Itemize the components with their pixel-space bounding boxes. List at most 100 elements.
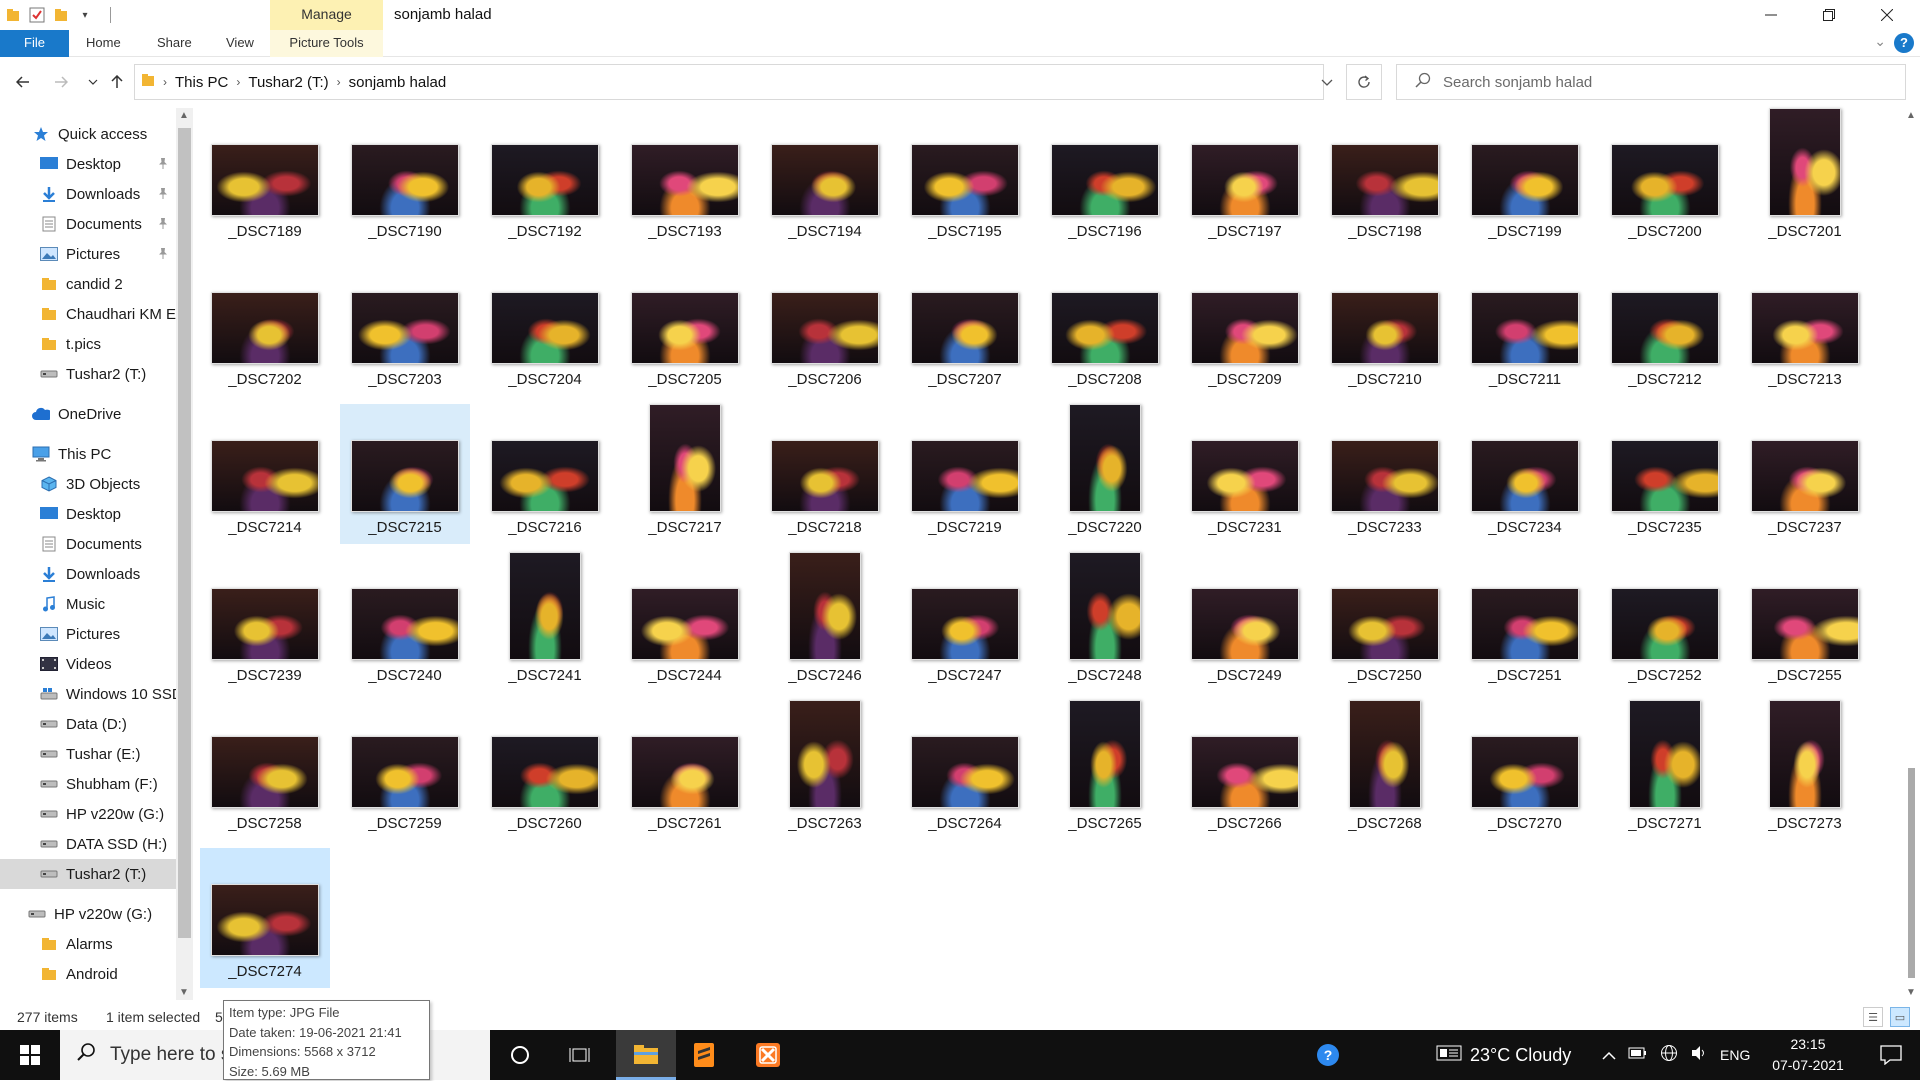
nav-item[interactable]: Documents — [0, 529, 176, 559]
clock[interactable]: 23:15 07-07-2021 — [1760, 1034, 1856, 1076]
details-view-button[interactable]: ☰ — [1863, 1007, 1883, 1027]
content-scrollbar[interactable]: ▲ ▼ — [1903, 108, 1920, 1000]
file-tile[interactable]: _DSC7209 — [1180, 256, 1310, 396]
properties-icon[interactable] — [28, 6, 46, 24]
chevron-right-icon[interactable]: › — [236, 75, 240, 89]
scroll-up-icon[interactable]: ▲ — [1906, 110, 1916, 121]
volume-icon[interactable] — [1690, 1045, 1708, 1065]
help-icon[interactable]: ? — [1894, 33, 1914, 53]
language-indicator[interactable]: ENG — [1720, 1047, 1750, 1063]
file-tile[interactable]: _DSC7216 — [480, 404, 610, 544]
nav-item[interactable]: Shubham (F:) — [0, 769, 176, 799]
nav-item[interactable]: Downloads — [0, 179, 176, 209]
chevron-down-icon[interactable]: ⌄ — [1874, 33, 1886, 50]
start-button[interactable] — [0, 1030, 60, 1080]
file-tile[interactable]: _DSC7263 — [760, 700, 890, 840]
file-tile[interactable]: _DSC7247 — [900, 552, 1030, 692]
file-tile[interactable]: _DSC7214 — [200, 404, 330, 544]
nav-item[interactable]: Chaudhari KM Er — [0, 299, 176, 329]
file-tile[interactable]: _DSC7215 — [340, 404, 470, 544]
file-tile[interactable]: _DSC7213 — [1740, 256, 1870, 396]
breadcrumb-folder[interactable]: sonjamb halad — [349, 74, 447, 91]
nav-item[interactable]: Videos — [0, 649, 176, 679]
nav-item[interactable]: Windows 10 SSD — [0, 679, 176, 709]
file-tile[interactable]: _DSC7246 — [760, 552, 890, 692]
address-bar[interactable]: › This PC › Tushar2 (T:) › sonjamb halad — [134, 64, 1324, 100]
file-tile[interactable]: _DSC7190 — [340, 108, 470, 248]
nav-item[interactable]: HP v220w (G:) — [0, 799, 176, 829]
nav-item[interactable]: 3D Objects — [0, 469, 176, 499]
file-tile[interactable]: _DSC7204 — [480, 256, 610, 396]
recent-locations-button[interactable] — [82, 71, 104, 93]
nav-item[interactable]: Tushar (E:) — [0, 739, 176, 769]
nav-item[interactable]: Tushar2 (T:) — [0, 859, 176, 889]
file-tile[interactable]: _DSC7218 — [760, 404, 890, 544]
sublime-text-icon[interactable] — [676, 1030, 732, 1080]
nav-item[interactable]: Android — [0, 959, 176, 989]
nav-item[interactable]: Pictures — [0, 239, 176, 269]
nav-item[interactable]: candid 2 — [0, 269, 176, 299]
tab-file[interactable]: File — [0, 30, 69, 57]
address-dropdown-button[interactable] — [1312, 64, 1342, 100]
file-tile[interactable]: _DSC7273 — [1740, 700, 1870, 840]
file-tile[interactable]: _DSC7259 — [340, 700, 470, 840]
nav-item[interactable]: HP v220w (G:) — [0, 899, 176, 929]
nav-item[interactable]: OneDrive — [0, 399, 176, 429]
close-button[interactable] — [1858, 0, 1916, 30]
file-tile[interactable]: _DSC7265 — [1040, 700, 1170, 840]
manage-tab[interactable]: Manage — [270, 0, 383, 30]
scroll-down-icon[interactable]: ▼ — [1906, 987, 1916, 998]
file-tile[interactable]: _DSC7206 — [760, 256, 890, 396]
file-tile[interactable]: _DSC7261 — [620, 700, 750, 840]
file-tile[interactable]: _DSC7220 — [1040, 404, 1170, 544]
nav-item[interactable]: DATA SSD (H:) — [0, 829, 176, 859]
scroll-up-icon[interactable]: ▲ — [179, 110, 189, 121]
nav-item[interactable]: t.pics — [0, 329, 176, 359]
file-tile[interactable]: _DSC7193 — [620, 108, 750, 248]
back-button[interactable] — [12, 71, 34, 93]
file-tile[interactable]: _DSC7248 — [1040, 552, 1170, 692]
content-scroll-thumb[interactable] — [1908, 768, 1915, 978]
file-tile[interactable]: _DSC7219 — [900, 404, 1030, 544]
customize-toolbar-icon[interactable]: ▾ — [76, 6, 94, 24]
chevron-right-icon[interactable]: › — [337, 75, 341, 89]
file-tile[interactable]: _DSC7264 — [900, 700, 1030, 840]
nav-item[interactable]: Data (D:) — [0, 709, 176, 739]
minimize-button[interactable] — [1742, 0, 1800, 30]
file-tile[interactable]: _DSC7192 — [480, 108, 610, 248]
nav-item[interactable]: Alarms — [0, 929, 176, 959]
file-tile[interactable]: _DSC7203 — [340, 256, 470, 396]
network-globe-icon[interactable] — [1660, 1044, 1678, 1066]
file-tile[interactable]: _DSC7234 — [1460, 404, 1590, 544]
nav-item[interactable]: This PC — [0, 439, 176, 469]
up-button[interactable] — [106, 71, 128, 93]
file-tile[interactable]: _DSC7268 — [1320, 700, 1450, 840]
search-box[interactable]: Search sonjamb halad — [1396, 64, 1906, 100]
breadcrumb-this-pc[interactable]: This PC — [175, 74, 228, 91]
nav-item[interactable]: Desktop — [0, 499, 176, 529]
file-tile[interactable]: _DSC7252 — [1600, 552, 1730, 692]
breadcrumb-drive[interactable]: Tushar2 (T:) — [248, 74, 328, 91]
file-tile[interactable]: _DSC7195 — [900, 108, 1030, 248]
file-tile[interactable]: _DSC7201 — [1740, 108, 1870, 248]
nav-item[interactable]: Pictures — [0, 619, 176, 649]
file-tile[interactable]: _DSC7217 — [620, 404, 750, 544]
refresh-button[interactable] — [1346, 64, 1382, 100]
file-tile[interactable]: _DSC7274 — [200, 848, 330, 988]
file-tile[interactable]: _DSC7271 — [1600, 700, 1730, 840]
nav-item[interactable]: Desktop — [0, 149, 176, 179]
file-tile[interactable]: _DSC7239 — [200, 552, 330, 692]
file-tile[interactable]: _DSC7249 — [1180, 552, 1310, 692]
file-tile[interactable]: _DSC7251 — [1460, 552, 1590, 692]
notification-center-icon[interactable] — [1862, 1030, 1920, 1080]
file-tile[interactable]: _DSC7198 — [1320, 108, 1450, 248]
file-tile[interactable]: _DSC7255 — [1740, 552, 1870, 692]
battery-icon[interactable] — [1628, 1046, 1648, 1064]
nav-item[interactable]: Music — [0, 589, 176, 619]
file-tile[interactable]: _DSC7194 — [760, 108, 890, 248]
task-view-icon[interactable] — [552, 1030, 608, 1080]
file-tile[interactable]: _DSC7241 — [480, 552, 610, 692]
nav-item[interactable]: Documents — [0, 209, 176, 239]
file-tile[interactable]: _DSC7197 — [1180, 108, 1310, 248]
nav-scroll-thumb[interactable] — [178, 128, 191, 938]
